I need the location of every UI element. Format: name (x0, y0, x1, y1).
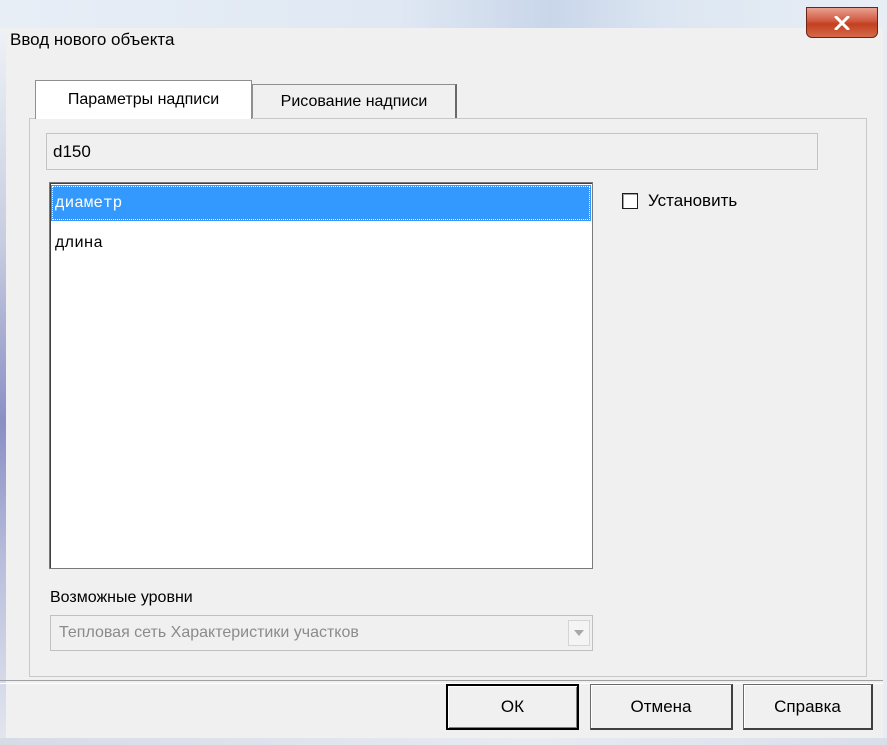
background-right-edge (883, 28, 887, 745)
cancel-button-label: Отмена (630, 696, 692, 716)
list-item-label: диаметр (55, 194, 123, 212)
checkbox-label: Установить (648, 191, 738, 210)
tab-label-drawing[interactable]: Рисование надписи (252, 84, 457, 118)
tab-label-drawing-text: Рисование надписи (280, 92, 428, 110)
combobox-dropdown-button[interactable] (568, 620, 590, 646)
label-text-field[interactable]: d150 (46, 133, 818, 170)
close-icon (834, 15, 850, 30)
levels-combobox-value: Тепловая сеть Характеристики участков (59, 624, 359, 641)
help-button-label: Справка (774, 696, 841, 716)
help-button[interactable]: Справка (743, 684, 873, 730)
chevron-down-icon (574, 630, 584, 636)
levels-combobox[interactable]: Тепловая сеть Характеристики участков (50, 615, 593, 651)
tab-label-parameters-text: Параметры надписи (67, 91, 220, 108)
list-item[interactable]: диаметр (51, 185, 591, 221)
label-text-value: d150 (53, 141, 91, 161)
title-bar[interactable]: Ввод нового объекта (0, 0, 887, 80)
checkbox-box[interactable] (622, 193, 638, 209)
list-item-label: длина (55, 234, 104, 252)
install-checkbox[interactable]: Установить (622, 189, 737, 213)
window-title: Ввод нового объекта (10, 30, 175, 49)
ok-button-label: ОК (500, 697, 525, 716)
background-bottom-edge (0, 738, 887, 745)
levels-label: Возможные уровни (50, 589, 193, 606)
background-left-edge (0, 28, 6, 745)
ok-button[interactable]: ОК (446, 684, 579, 730)
tab-label-parameters[interactable]: Параметры надписи (35, 80, 252, 119)
parameter-listbox[interactable]: диаметр длина (49, 182, 593, 569)
close-button[interactable] (806, 7, 878, 38)
list-item[interactable]: длина (51, 225, 591, 261)
cancel-button[interactable]: Отмена (590, 684, 733, 730)
